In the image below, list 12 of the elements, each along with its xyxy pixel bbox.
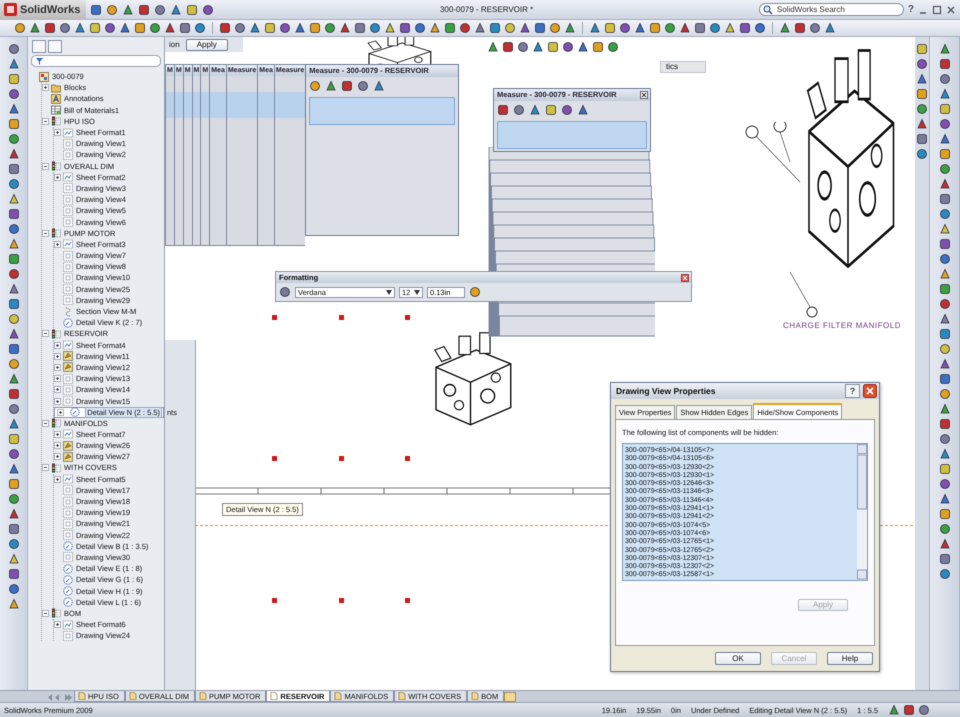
panel-label: tics bbox=[660, 61, 706, 73]
dialog-button[interactable]: Help bbox=[827, 652, 873, 665]
help-button[interactable]: ? bbox=[845, 384, 860, 398]
search-field[interactable]: SolidWorks Search bbox=[758, 3, 904, 16]
dialog-button[interactable]: OK bbox=[715, 652, 761, 665]
app-logo: SolidWorks bbox=[0, 0, 86, 20]
panel-label: ion bbox=[169, 40, 180, 49]
dialog-title: Drawing View Properties bbox=[616, 386, 717, 396]
window-title: 300-0079 - RESERVOIR * bbox=[438, 5, 534, 14]
view-label: CHARGE FILTER MANIFOLD bbox=[783, 321, 901, 330]
apply-button[interactable]: Apply bbox=[186, 38, 228, 50]
help-button[interactable]: ? bbox=[908, 4, 914, 15]
